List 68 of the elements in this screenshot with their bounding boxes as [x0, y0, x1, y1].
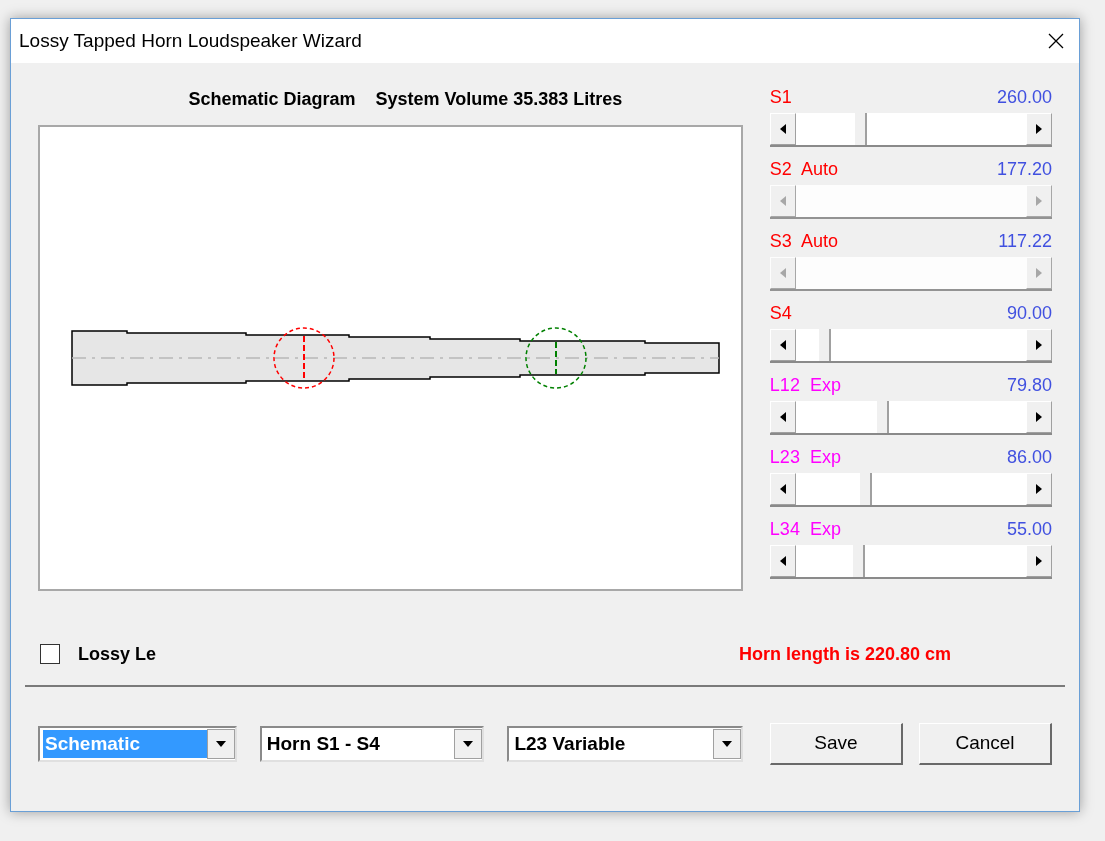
scrollbar-thumb[interactable] — [858, 473, 872, 505]
scrollbar-track[interactable] — [769, 545, 1052, 579]
scroll-right-button[interactable] — [1026, 329, 1052, 361]
scroll-left-button[interactable] — [769, 329, 796, 361]
scrollbar-track[interactable] — [769, 113, 1052, 147]
right-arrow-icon — [1036, 196, 1042, 206]
scrollbar-track[interactable] — [769, 473, 1052, 507]
cancel-button[interactable]: Cancel — [919, 723, 1052, 765]
caret-icon — [463, 741, 474, 747]
scrollbar-track[interactable] — [769, 329, 1052, 363]
scroll-right-button[interactable] — [1026, 473, 1052, 505]
checkbox[interactable] — [40, 644, 60, 664]
scroll-right-button[interactable] — [1026, 545, 1052, 577]
scrollbar-thumb[interactable] — [852, 545, 866, 577]
parameter-label: L23 Exp — [769, 445, 841, 469]
left-arrow-icon — [779, 412, 786, 422]
scrollbar-thumb[interactable] — [854, 113, 868, 145]
left-arrow-icon — [779, 340, 786, 350]
parameter-value: 79.80 — [1006, 373, 1052, 397]
parameter-label: S3 Auto — [769, 229, 838, 253]
parameter-label: S1 — [769, 85, 792, 109]
left-arrow-icon — [779, 268, 786, 278]
dropdown-value: Schematic — [43, 729, 207, 759]
dropdown[interactable]: Horn S1 - S4 — [259, 726, 485, 762]
parameter-value: 260.00 — [996, 85, 1052, 109]
parameter-value: 117.22 — [998, 229, 1052, 253]
left-arrow-icon — [779, 124, 786, 134]
left-arrow-icon — [779, 196, 786, 206]
system-volume: System Volume 35.383 Litres — [375, 87, 623, 111]
right-arrow-icon — [1036, 268, 1042, 278]
close-icon — [1048, 33, 1064, 49]
dropdown[interactable]: L23 Variable — [507, 726, 743, 762]
parameter-value: 86.00 — [1006, 445, 1052, 469]
scrollbar-thumb[interactable] — [876, 401, 890, 433]
save-button[interactable]: Save — [770, 723, 903, 765]
dropdown-button[interactable] — [206, 729, 235, 759]
parameter-label: L12 Exp — [769, 373, 841, 397]
parameter-label: S4 — [769, 301, 792, 325]
dropdown-value: Horn S1 - S4 — [265, 731, 381, 756]
caret-icon — [722, 741, 732, 747]
dropdown-button[interactable] — [454, 729, 483, 759]
dropdown-button[interactable] — [713, 729, 741, 759]
parameter-value: 55.00 — [1006, 517, 1052, 541]
scrollbar-track[interactable] — [769, 401, 1052, 435]
diagram-heading: Schematic Diagram — [188, 87, 356, 111]
right-arrow-icon — [1036, 124, 1042, 134]
dropdown-value: L23 Variable — [513, 731, 627, 756]
scrollbar-thumb[interactable] — [817, 329, 831, 361]
scroll-right-button[interactable] — [1026, 113, 1052, 145]
left-arrow-icon — [779, 484, 786, 494]
left-arrow-icon — [779, 556, 786, 566]
right-arrow-icon — [1036, 412, 1042, 422]
scroll-left-button[interactable] — [769, 401, 796, 433]
right-arrow-icon — [1036, 556, 1042, 566]
scroll-left-button[interactable] — [769, 473, 796, 505]
right-arrow-icon — [1036, 484, 1042, 494]
parameter-value: 177.20 — [996, 157, 1052, 181]
horn-length-text: Horn length is 220.80 cm — [739, 642, 953, 666]
caret-icon — [215, 741, 226, 747]
scroll-right-button[interactable] — [1026, 401, 1052, 433]
scroll-left-button[interactable] — [769, 113, 796, 145]
scroll-left-button[interactable] — [769, 545, 796, 577]
parameter-label: S2 Auto — [769, 157, 838, 181]
right-arrow-icon — [1036, 340, 1042, 350]
checkbox-label: Lossy Le — [78, 642, 157, 666]
parameter-value: 90.00 — [1006, 301, 1052, 325]
parameter-label: L34 Exp — [769, 517, 841, 541]
window-title: Lossy Tapped Horn Loudspeaker Wizard — [19, 28, 362, 53]
